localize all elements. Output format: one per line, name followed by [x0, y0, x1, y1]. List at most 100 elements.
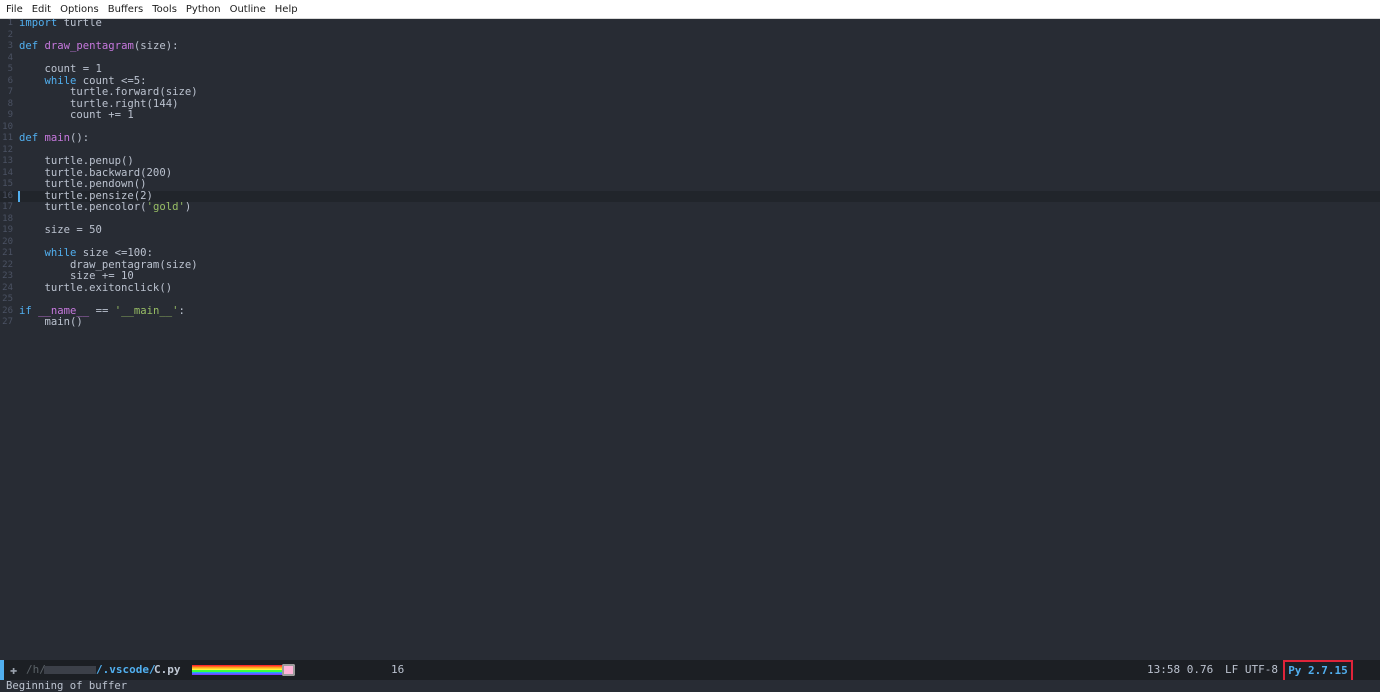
- line-number: 8: [7, 98, 13, 109]
- code-token: turtle.penup(): [19, 155, 134, 167]
- code-line[interactable]: 13 turtle.penup(): [0, 155, 1380, 168]
- line-number: 13: [2, 156, 13, 166]
- code-token: count += 1: [19, 109, 134, 121]
- menu-buffers[interactable]: Buffers: [104, 0, 148, 19]
- code-text: turtle.exitonclick(): [19, 281, 173, 295]
- code-line[interactable]: 8 turtle.right(144): [0, 97, 1380, 111]
- code-line[interactable]: 6 while count <=5:: [0, 74, 1380, 88]
- line-number-indicator: 16: [391, 663, 405, 676]
- code-line[interactable]: 4: [0, 53, 1380, 65]
- line-number: 12: [2, 144, 13, 155]
- menu-tools[interactable]: Tools: [148, 0, 181, 19]
- line-number: 18: [2, 213, 13, 224]
- code-token: ():: [70, 132, 90, 144]
- code-token: size = 50: [19, 224, 102, 236]
- code-line[interactable]: 23 size += 10: [0, 270, 1380, 283]
- code-text: turtle.pencolor('gold'): [19, 201, 192, 214]
- code-line[interactable]: 7 turtle.forward(size): [0, 86, 1380, 99]
- line-number: 24: [2, 282, 13, 293]
- line-number: 19: [2, 225, 13, 235]
- menu-edit[interactable]: Edit: [28, 0, 55, 19]
- line-number: 1: [7, 19, 13, 28]
- code-line[interactable]: 26 if __name__ == '__main__':: [0, 304, 1380, 318]
- line-number: 17: [2, 202, 13, 212]
- code-token: turtle.pensize(2): [19, 189, 153, 202]
- code-token: ==: [89, 304, 115, 317]
- code-token: size <=100:: [76, 247, 153, 259]
- code-text: main(): [19, 316, 83, 329]
- code-line[interactable]: 25: [0, 294, 1380, 306]
- line-number: 2: [7, 29, 13, 40]
- code-text: def main():: [19, 132, 90, 145]
- menu-bar: File Edit Options Buffers Tools Python O…: [0, 0, 1380, 19]
- buffer-state-icon: ✚: [10, 663, 18, 677]
- code-line[interactable]: 21 while size <=100:: [0, 247, 1380, 260]
- code-token: def: [19, 132, 39, 144]
- redacted-path-segment: [44, 666, 96, 674]
- buffer-file-name[interactable]: C.py: [154, 660, 181, 680]
- code-token: turtle.backward(200): [19, 166, 173, 179]
- line-number: 27: [2, 317, 13, 327]
- line-number: 16: [2, 190, 13, 201]
- code-line[interactable]: 9 count += 1: [0, 109, 1380, 122]
- code-line[interactable]: 17 turtle.pencolor('gold'): [0, 201, 1380, 214]
- code-line[interactable]: 22 draw_pentagram(size): [0, 258, 1380, 272]
- nyan-progress-bar[interactable]: [192, 665, 282, 675]
- code-line[interactable]: 15 turtle.pendown(): [0, 178, 1380, 191]
- code-token: def: [19, 40, 39, 52]
- menu-help[interactable]: Help: [271, 0, 302, 19]
- line-number: 25: [2, 294, 13, 304]
- line-number: 21: [2, 248, 13, 258]
- line-number: 22: [2, 259, 13, 270]
- code-token: while: [44, 74, 77, 87]
- code-token: if: [19, 304, 32, 317]
- code-token: size += 10: [19, 270, 134, 282]
- line-number: 6: [7, 75, 13, 86]
- encoding-indicator[interactable]: LF UTF-8: [1225, 660, 1278, 680]
- code-line[interactable]: 1 import turtle: [0, 19, 1380, 30]
- code-line[interactable]: 12: [0, 145, 1380, 157]
- code-token: turtle.forward(size): [19, 86, 198, 98]
- line-number: 9: [7, 110, 13, 120]
- code-token: turtle.exitonclick(): [19, 281, 173, 294]
- menu-options[interactable]: Options: [56, 0, 103, 19]
- code-token: '__main__': [114, 304, 179, 317]
- code-line[interactable]: 16 turtle.pensize(2): [0, 189, 1380, 202]
- code-line[interactable]: 10: [0, 122, 1380, 134]
- line-number: 20: [2, 236, 13, 247]
- code-text: def draw_pentagram(size):: [19, 40, 178, 53]
- menu-file[interactable]: File: [0, 0, 27, 19]
- code-token: turtle: [57, 19, 102, 29]
- code-token: count <=5:: [76, 74, 147, 87]
- menu-outline[interactable]: Outline: [226, 0, 270, 19]
- python-version-indicator[interactable]: Py 2.7.15: [1283, 660, 1353, 682]
- code-line[interactable]: 19 size = 50: [0, 224, 1380, 237]
- code-line[interactable]: 18: [0, 214, 1380, 226]
- code-token: while: [44, 247, 77, 259]
- code-token: draw_pentagram(size): [19, 258, 198, 271]
- line-number: 11: [2, 133, 13, 143]
- code-line[interactable]: 2: [0, 30, 1380, 42]
- code-line[interactable]: 24 turtle.exitonclick(): [0, 281, 1380, 295]
- code-editor[interactable]: 1 import turtle 2 3 def draw_pentagram(size)…: [0, 19, 1380, 660]
- code-text: import turtle: [19, 19, 102, 30]
- file-path-directory: /.vscode/: [96, 663, 156, 676]
- code-line[interactable]: 11 def main():: [0, 132, 1380, 145]
- code-line[interactable]: 14 turtle.backward(200): [0, 166, 1380, 180]
- code-line[interactable]: 27 main(): [0, 316, 1380, 329]
- line-number: 4: [7, 52, 13, 63]
- code-line[interactable]: 3 def draw_pentagram(size):: [0, 40, 1380, 53]
- code-token: main(): [19, 316, 83, 328]
- code-token: turtle.right(144): [19, 97, 179, 110]
- code-token: 'gold': [146, 201, 185, 213]
- line-number: 5: [7, 64, 13, 74]
- code-line[interactable]: 20: [0, 237, 1380, 249]
- file-path-prefix: /h/: [26, 663, 46, 676]
- line-number: 23: [2, 271, 13, 281]
- code-token: :: [178, 304, 185, 317]
- code-line[interactable]: 5 count = 1: [0, 63, 1380, 76]
- menu-python[interactable]: Python: [182, 0, 225, 19]
- code-token: ): [184, 201, 192, 213]
